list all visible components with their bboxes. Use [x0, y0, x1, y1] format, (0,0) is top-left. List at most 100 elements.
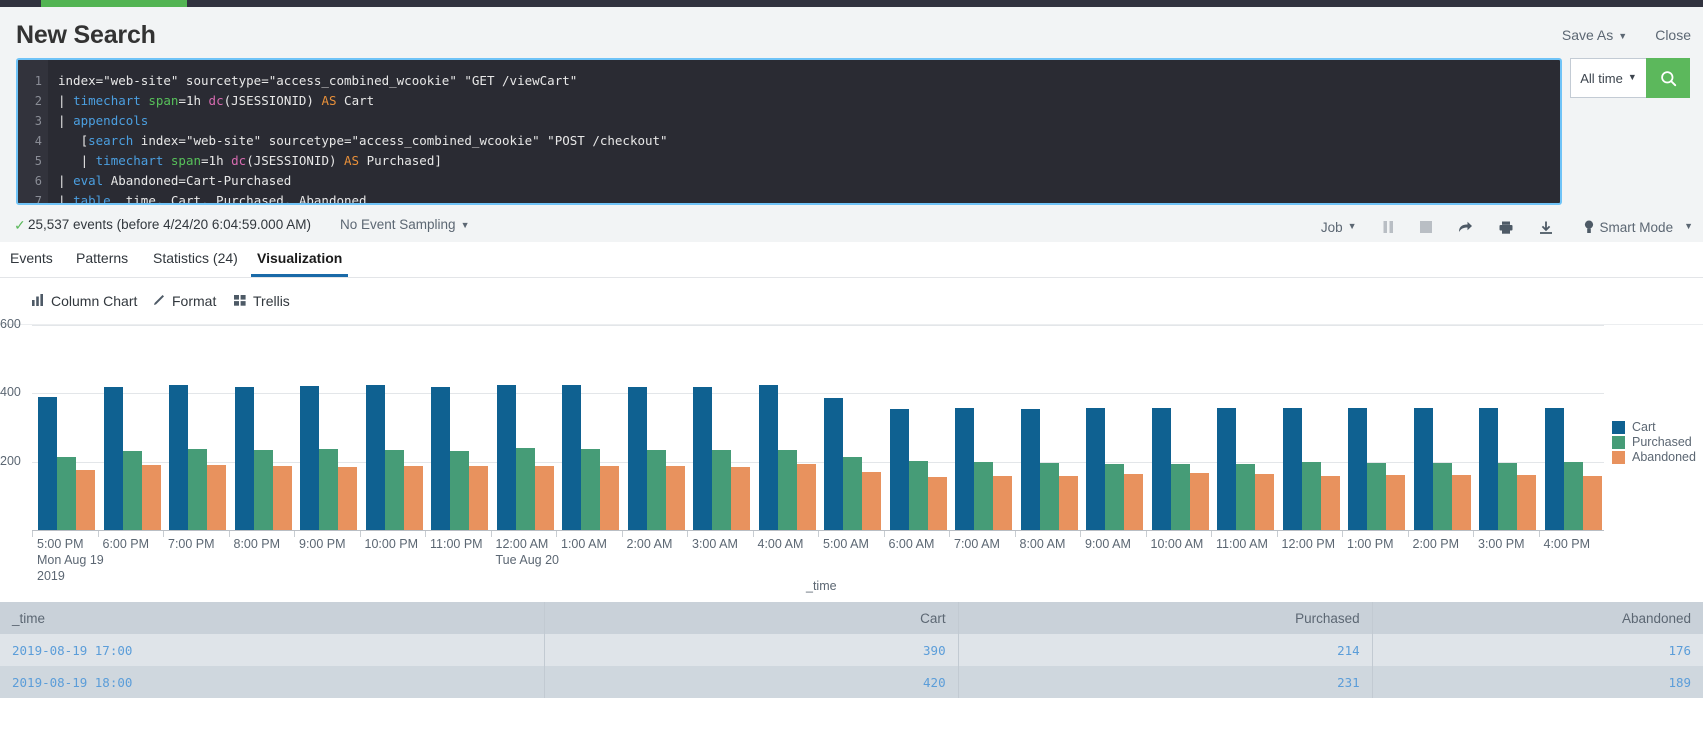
chart-type-button[interactable]: Column Chart: [32, 293, 137, 309]
bar-abandoned[interactable]: [1189, 473, 1209, 530]
bar-purchased[interactable]: [1170, 464, 1190, 530]
bar-cart[interactable]: [955, 408, 974, 530]
bar-cart[interactable]: [758, 384, 778, 530]
bar-abandoned[interactable]: [272, 466, 292, 530]
bar-purchased[interactable]: [319, 449, 338, 530]
cell-time[interactable]: 2019-08-19 17:00: [0, 634, 545, 666]
bar-cart[interactable]: [300, 386, 319, 530]
bar-cart[interactable]: [38, 396, 57, 530]
cell-abandoned[interactable]: 189: [1373, 666, 1703, 698]
bar-purchased[interactable]: [974, 462, 993, 530]
tab-visualization[interactable]: Visualization: [250, 250, 349, 277]
bar-cart[interactable]: [1086, 408, 1105, 530]
tab-patterns[interactable]: Patterns: [76, 250, 128, 266]
bar-purchased[interactable]: [1432, 463, 1452, 530]
bar-purchased[interactable]: [646, 450, 666, 530]
bar-abandoned[interactable]: [993, 475, 1012, 530]
bar-purchased[interactable]: [712, 449, 731, 530]
bar-cart[interactable]: [824, 398, 843, 530]
bar-purchased[interactable]: [1039, 463, 1059, 530]
bar-cart[interactable]: [169, 385, 188, 530]
bar-abandoned[interactable]: [534, 466, 554, 530]
cell-abandoned[interactable]: 176: [1373, 634, 1703, 666]
cell-cart[interactable]: 390: [545, 634, 959, 666]
bar-cart[interactable]: [889, 408, 909, 530]
bar-abandoned[interactable]: [600, 466, 619, 530]
bar-purchased[interactable]: [515, 448, 535, 530]
export-icon[interactable]: [1526, 216, 1566, 238]
bar-cart[interactable]: [1217, 407, 1236, 530]
close-button[interactable]: Close: [1655, 27, 1691, 43]
bar-purchased[interactable]: [188, 449, 207, 530]
column-header-time[interactable]: _time: [0, 602, 545, 634]
bar-cart[interactable]: [365, 385, 385, 530]
bar-purchased[interactable]: [581, 449, 600, 530]
tab-events[interactable]: Events: [10, 250, 53, 266]
legend-item[interactable]: Purchased: [1612, 435, 1696, 449]
event-sampling-dropdown[interactable]: No Event Sampling ▼: [340, 217, 469, 232]
print-icon[interactable]: [1486, 216, 1526, 238]
cell-purchased[interactable]: 214: [959, 634, 1373, 666]
smart-mode-dropdown[interactable]: Smart Mode ▼: [1566, 220, 1693, 235]
table-row[interactable]: 2019-08-19 18:00 420 231 189: [0, 666, 1703, 698]
bar-abandoned[interactable]: [1320, 475, 1340, 530]
bar-purchased[interactable]: [253, 450, 273, 530]
bar-cart[interactable]: [562, 385, 581, 530]
bar-abandoned[interactable]: [1255, 473, 1274, 530]
job-dropdown[interactable]: Job ▼: [1308, 216, 1370, 238]
bar-abandoned[interactable]: [1451, 474, 1471, 530]
bar-cart[interactable]: [1413, 407, 1433, 530]
bar-abandoned[interactable]: [1582, 476, 1602, 530]
share-icon[interactable]: [1445, 216, 1486, 238]
bar-abandoned[interactable]: [207, 465, 226, 530]
bar-abandoned[interactable]: [469, 466, 488, 530]
bar-purchased[interactable]: [1105, 463, 1124, 530]
legend-item[interactable]: Cart: [1612, 420, 1696, 434]
time-range-picker[interactable]: All time ▼: [1570, 58, 1646, 98]
bar-cart[interactable]: [1479, 407, 1498, 530]
column-header-purchased[interactable]: Purchased: [959, 602, 1373, 634]
spl-query-editor[interactable]: 1 index="web-site" sourcetype="access_com…: [16, 58, 1562, 205]
pause-icon[interactable]: [1370, 216, 1407, 238]
bar-abandoned[interactable]: [76, 469, 95, 530]
bar-cart[interactable]: [103, 386, 123, 530]
cell-purchased[interactable]: 231: [959, 666, 1373, 698]
bar-abandoned[interactable]: [1058, 476, 1078, 530]
bar-cart[interactable]: [1151, 407, 1171, 530]
legend-item[interactable]: Abandoned: [1612, 450, 1696, 464]
bar-abandoned[interactable]: [1124, 474, 1143, 530]
bar-abandoned[interactable]: [731, 466, 750, 530]
bar-purchased[interactable]: [57, 456, 76, 530]
column-header-cart[interactable]: Cart: [545, 602, 959, 634]
bar-abandoned[interactable]: [665, 466, 685, 530]
bar-cart[interactable]: [1544, 408, 1564, 530]
bar-purchased[interactable]: [1301, 462, 1321, 530]
bar-purchased[interactable]: [1236, 463, 1255, 530]
bar-cart[interactable]: [234, 386, 254, 530]
bar-cart[interactable]: [496, 384, 516, 530]
save-as-button[interactable]: Save As ▼: [1562, 27, 1627, 43]
bar-purchased[interactable]: [777, 450, 797, 530]
tab-statistics[interactable]: Statistics (24): [153, 250, 238, 266]
bar-abandoned[interactable]: [796, 464, 816, 530]
bar-cart[interactable]: [693, 386, 712, 530]
cell-cart[interactable]: 420: [545, 666, 959, 698]
bar-cart[interactable]: [1020, 409, 1040, 530]
column-header-abandoned[interactable]: Abandoned: [1373, 602, 1703, 634]
bar-abandoned[interactable]: [403, 465, 423, 530]
bar-abandoned[interactable]: [862, 471, 881, 530]
bar-cart[interactable]: [1348, 408, 1367, 530]
bar-cart[interactable]: [627, 386, 647, 530]
bar-purchased[interactable]: [450, 450, 469, 530]
trellis-button[interactable]: Trellis: [234, 293, 290, 309]
bar-cart[interactable]: [1282, 408, 1302, 530]
stop-icon[interactable]: [1407, 216, 1445, 238]
bar-purchased[interactable]: [384, 449, 404, 530]
bar-cart[interactable]: [431, 387, 450, 530]
table-row[interactable]: 2019-08-19 17:00 390 214 176: [0, 634, 1703, 666]
format-button[interactable]: Format: [153, 293, 216, 309]
bar-purchased[interactable]: [1367, 463, 1386, 530]
bar-abandoned[interactable]: [927, 477, 947, 530]
bar-purchased[interactable]: [1563, 462, 1583, 530]
bar-purchased[interactable]: [843, 456, 862, 530]
